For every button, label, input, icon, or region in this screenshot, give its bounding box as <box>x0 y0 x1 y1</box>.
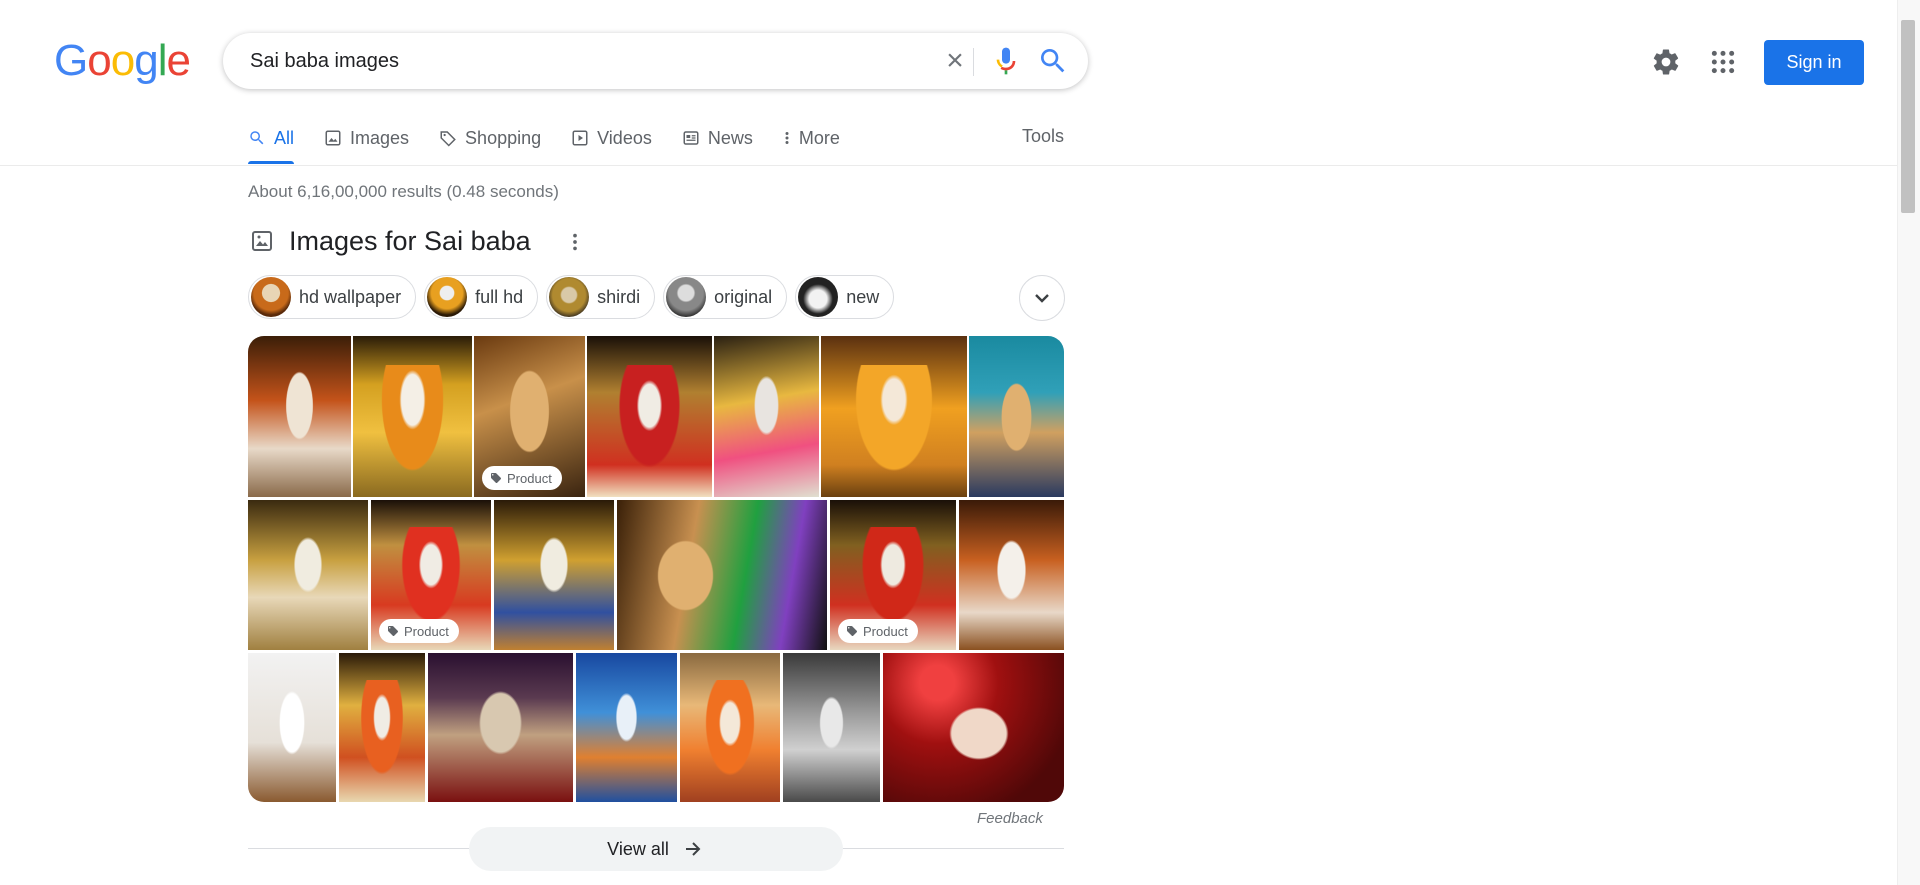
chip-full-hd[interactable]: full hd <box>424 275 539 319</box>
scrollbar-thumb[interactable] <box>1901 20 1915 213</box>
feedback-link[interactable]: Feedback <box>977 810 1043 827</box>
image-result[interactable] <box>248 653 336 802</box>
image-result[interactable] <box>353 336 472 497</box>
chip-thumbnail <box>666 277 707 317</box>
tab-label: More <box>798 127 840 148</box>
tools-button[interactable]: Tools <box>1022 126 1064 147</box>
product-tag: Product <box>838 619 918 643</box>
chip-thumbnail <box>549 277 590 317</box>
chip-thumbnail <box>798 277 839 317</box>
tab-label: News <box>707 127 753 148</box>
image-result[interactable] <box>959 500 1064 650</box>
images-section-title: Images for Sai baba <box>289 226 531 256</box>
chip-thumbnail <box>427 277 468 317</box>
image-result[interactable] <box>248 500 368 650</box>
chip-label: shirdi <box>597 286 641 307</box>
tab-label: Videos <box>597 127 652 148</box>
result-stats: About 6,16,00,000 results (0.48 seconds) <box>248 182 559 201</box>
image-icon <box>250 229 274 253</box>
play-icon <box>571 129 589 147</box>
image-result[interactable] <box>821 336 967 497</box>
search-box[interactable]: Sai baba images × <box>223 33 1088 89</box>
header-divider <box>0 165 1897 166</box>
sign-in-button[interactable]: Sign in <box>1764 40 1864 85</box>
image-result[interactable]: Product <box>830 500 956 650</box>
tab-label: All <box>274 127 295 148</box>
image-result[interactable] <box>339 653 425 802</box>
gear-icon[interactable] <box>1651 47 1681 77</box>
image-result[interactable] <box>617 500 827 650</box>
search-divider <box>973 48 974 76</box>
google-logo-text: Google <box>54 36 191 85</box>
image-result[interactable] <box>494 500 614 650</box>
image-result[interactable]: Product <box>474 336 585 497</box>
logo-letter: e <box>166 36 191 85</box>
tag-icon <box>847 626 857 636</box>
image-result[interactable] <box>783 653 880 802</box>
image-result[interactable] <box>969 336 1064 497</box>
logo-letter: l <box>157 36 168 85</box>
tab-all[interactable]: All <box>248 118 295 164</box>
tag-icon <box>439 129 457 147</box>
more-vert-icon <box>783 129 791 147</box>
image-result[interactable] <box>428 653 573 802</box>
chip-shirdi[interactable]: shirdi <box>546 275 656 319</box>
more-options-icon[interactable] <box>570 231 580 253</box>
chip-thumbnail <box>251 277 291 317</box>
tab-images[interactable]: Images <box>324 118 409 158</box>
news-icon <box>682 129 700 147</box>
logo-letter: o <box>87 36 112 85</box>
view-all-label: View all <box>607 838 669 859</box>
chip-label: original <box>714 286 773 307</box>
tab-label: Shopping <box>465 127 542 148</box>
google-logo[interactable]: Google <box>54 36 191 85</box>
tab-videos[interactable]: Videos <box>571 118 652 158</box>
tab-shopping[interactable]: Shopping <box>439 118 541 158</box>
tab-news[interactable]: News <box>682 118 753 158</box>
image-result[interactable] <box>883 653 1064 802</box>
product-tag-label: Product <box>863 623 908 639</box>
chip-label: hd wallpaper <box>299 286 402 307</box>
chip-label: new <box>846 286 880 307</box>
tab-more[interactable]: More <box>783 118 840 158</box>
expand-chips-button[interactable] <box>1019 275 1065 321</box>
tag-icon <box>491 473 501 483</box>
chip-hd-wallpaper[interactable]: hd wallpaper <box>248 275 417 319</box>
logo-letter: g <box>134 36 159 85</box>
image-result[interactable] <box>714 336 819 497</box>
close-icon[interactable]: × <box>939 45 971 77</box>
image-result[interactable] <box>680 653 780 802</box>
logo-letter: o <box>110 36 136 85</box>
arrow-right-icon <box>685 842 701 856</box>
chevron-down-icon <box>1035 294 1049 303</box>
refinement-chips: hd wallpaper full hd shirdi original new <box>248 275 902 319</box>
search-icon[interactable] <box>1037 45 1069 77</box>
image-grid: Product Product Product <box>248 336 1064 802</box>
image-result[interactable] <box>576 653 677 802</box>
image-result[interactable]: Product <box>371 500 491 650</box>
image-icon <box>324 129 342 147</box>
image-result[interactable] <box>248 336 351 497</box>
view-all-button[interactable]: View all <box>469 827 843 871</box>
search-input[interactable]: Sai baba images <box>250 50 399 73</box>
mic-icon[interactable] <box>990 45 1022 77</box>
chip-label: full hd <box>475 286 524 307</box>
tag-icon <box>388 626 398 636</box>
tab-label: Images <box>350 127 410 148</box>
image-result[interactable] <box>587 336 712 497</box>
search-icon <box>248 129 266 147</box>
product-tag: Product <box>379 619 459 643</box>
chip-original[interactable]: original <box>663 275 788 319</box>
product-tag: Product <box>482 466 562 490</box>
product-tag-label: Product <box>404 623 449 639</box>
logo-letter: G <box>54 36 88 85</box>
search-tabs: All Images Shopping Videos News More <box>248 118 870 166</box>
product-tag-label: Product <box>507 470 552 486</box>
chip-new[interactable]: new <box>795 275 895 319</box>
apps-grid-icon[interactable] <box>1710 49 1736 75</box>
